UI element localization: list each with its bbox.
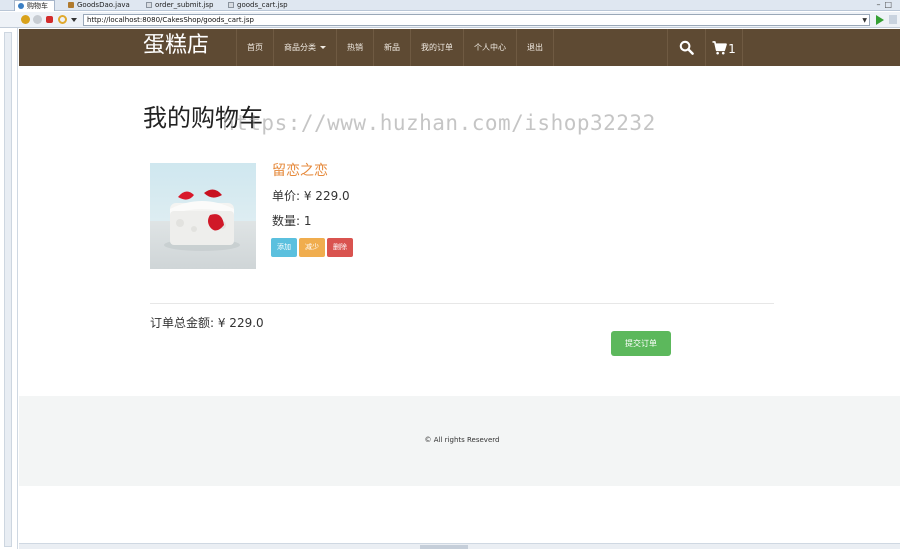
url-text: http://localhost:8080/CakesShop/goods_ca… (87, 16, 254, 24)
nav-item-profile[interactable]: 个人中心 (463, 29, 516, 66)
url-input[interactable]: http://localhost:8080/CakesShop/goods_ca… (83, 14, 870, 26)
cart-button[interactable]: 1 (705, 29, 743, 66)
history-dropdown-icon[interactable] (71, 18, 77, 22)
watermark: https://www.huzhan.com/ishop32232 (222, 111, 656, 135)
horizontal-scrollbar[interactable] (19, 543, 900, 549)
cake-image (150, 163, 256, 269)
editor-tab-cart[interactable]: 购物车 (14, 0, 55, 11)
divider (150, 303, 774, 304)
order-total: 订单总金额: ¥ 229.0 (150, 316, 264, 330)
vertical-scrollbar[interactable] (4, 32, 12, 547)
nav-item-new[interactable]: 新品 (373, 29, 410, 66)
scrollbar-thumb[interactable] (420, 545, 468, 549)
site-footer: © All rights Reseverd (19, 396, 900, 486)
nav-item-label: 新品 (384, 43, 400, 52)
browser-window: 购物车 GoodsDao.java order_submit.jsp goods… (0, 0, 900, 549)
stop-icon[interactable] (46, 16, 53, 23)
forward-icon[interactable] (33, 15, 42, 24)
editor-tab-goodsdao[interactable]: GoodsDao.java (68, 0, 130, 11)
editor-tab-label: goods_cart.jsp (237, 1, 288, 9)
submit-order-button[interactable]: 提交订单 (611, 331, 671, 356)
caret-down-icon (320, 46, 326, 49)
editor-tab-order-submit[interactable]: order_submit.jsp (146, 0, 213, 11)
nav-item-label: 我的订单 (421, 43, 453, 52)
editor-tab-goods-cart[interactable]: goods_cart.jsp (228, 0, 288, 11)
go-icon[interactable] (876, 15, 884, 25)
nav-item-label: 热销 (347, 43, 363, 52)
nav-menu: 首页 商品分类 热销 新品 我的订单 个人中心 退出 (236, 29, 554, 66)
nav-item-home[interactable]: 首页 (236, 29, 273, 66)
cart-count: 1 (728, 41, 736, 56)
editor-tab-label: 购物车 (27, 2, 48, 10)
cart-item-actions: 添加 减少 删除 (271, 238, 353, 257)
jsp-file-icon (146, 2, 152, 8)
nav-item-label: 首页 (247, 43, 263, 52)
refresh-icon[interactable] (58, 15, 67, 24)
nav-item-label: 退出 (527, 43, 543, 52)
cart-item-name[interactable]: 留恋之恋 (272, 161, 328, 181)
editor-tab-strip: 购物车 GoodsDao.java order_submit.jsp goods… (0, 0, 900, 11)
chevron-down-icon[interactable]: ▼ (862, 16, 867, 26)
copyright-text: © All rights Reseverd (424, 436, 500, 444)
search-icon (679, 40, 694, 55)
globe-icon (18, 3, 24, 9)
editor-tab-label: GoodsDao.java (77, 1, 130, 9)
cart-item-quantity: 数量: 1 (272, 214, 312, 228)
nav-item-hot[interactable]: 热销 (336, 29, 373, 66)
editor-tab-label: order_submit.jsp (155, 1, 214, 9)
toolbar-extra-icon[interactable] (889, 15, 897, 24)
browser-toolbar: http://localhost:8080/CakesShop/goods_ca… (0, 12, 900, 28)
java-file-icon (68, 2, 74, 8)
search-button[interactable] (667, 29, 705, 66)
nav-actions: 1 (667, 29, 743, 66)
shopping-cart-icon (712, 40, 728, 54)
maximize-icon[interactable]: □ (884, 0, 896, 9)
window-controls[interactable]: –□ (876, 0, 896, 10)
cart-item-price: 单价: ¥ 229.0 (272, 189, 350, 203)
delete-item-button[interactable]: 删除 (327, 238, 353, 257)
jsp-file-icon (228, 2, 234, 8)
nav-item-categories[interactable]: 商品分类 (273, 29, 336, 66)
nav-item-label: 商品分类 (284, 43, 316, 52)
add-quantity-button[interactable]: 添加 (271, 238, 297, 257)
nav-item-label: 个人中心 (474, 43, 506, 52)
cake-product-image[interactable] (150, 163, 256, 269)
site-brand[interactable]: 蛋糕店 (143, 32, 209, 60)
site-navbar: 蛋糕店 首页 商品分类 热销 新品 我的订单 个人中心 退出 1 (19, 29, 900, 66)
reduce-quantity-button[interactable]: 减少 (299, 238, 325, 257)
back-icon[interactable] (21, 15, 30, 24)
nav-item-logout[interactable]: 退出 (516, 29, 554, 66)
nav-item-my-orders[interactable]: 我的订单 (410, 29, 463, 66)
